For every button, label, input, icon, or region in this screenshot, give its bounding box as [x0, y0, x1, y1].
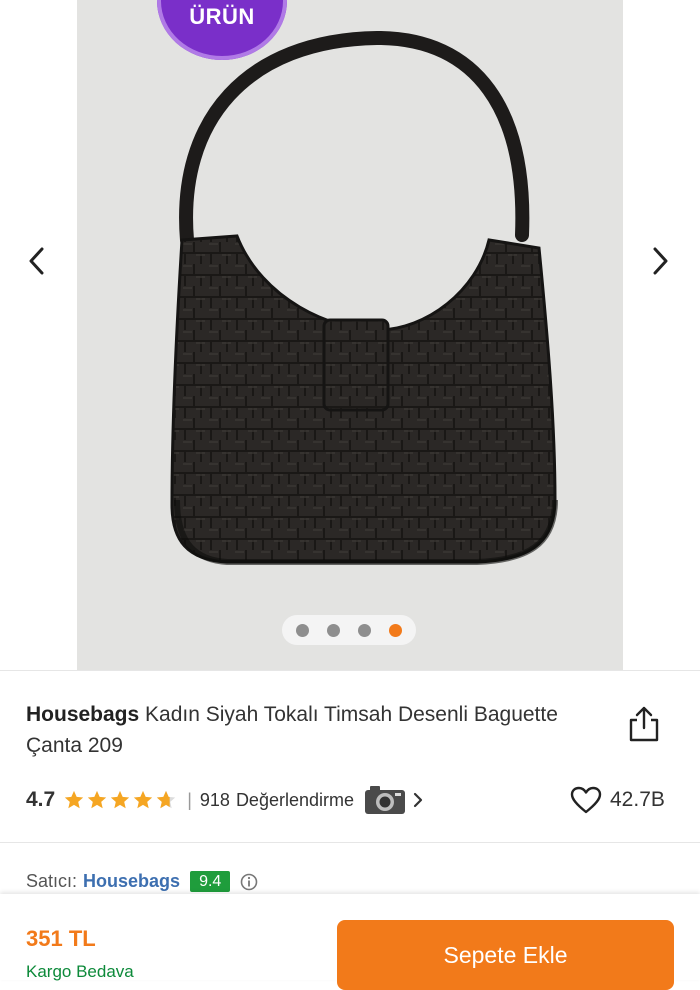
image-pager: [282, 615, 416, 645]
favorite-count: 42.7B: [610, 788, 665, 811]
add-to-cart-label: Sepete Ekle: [443, 941, 568, 968]
review-label: Değerlendirme: [235, 789, 354, 810]
promo-badge-text: ÜRÜN: [189, 4, 255, 29]
seller-label: Satıcı:: [26, 871, 78, 891]
divider: [0, 670, 700, 671]
product-gallery[interactable]: ÜRÜN: [0, 0, 700, 672]
star-icon: [111, 790, 130, 809]
review-count: 918: [199, 789, 230, 810]
divider: [0, 842, 700, 843]
share-icon: [629, 706, 659, 742]
rating-score: 4.7: [26, 788, 56, 811]
pager-dot[interactable]: [327, 623, 340, 637]
purchase-bar: 351 TL Kargo Bedava Sepete Ekle: [0, 894, 700, 990]
rating-stars: [63, 789, 177, 811]
star-icon: [134, 790, 153, 809]
previous-image-button[interactable]: [20, 244, 54, 278]
favorite-button[interactable]: 42.7B: [570, 786, 665, 814]
product-image[interactable]: ÜRÜN: [77, 0, 623, 670]
heart-icon: [570, 786, 602, 814]
handbag-illustration: [170, 30, 558, 565]
price: 351 TL: [26, 926, 96, 951]
shipping-info: Kargo Bedava: [26, 962, 134, 981]
star-icon: [65, 790, 84, 809]
star-icon: [88, 790, 107, 809]
share-button[interactable]: [626, 704, 662, 744]
pager-dot[interactable]: [358, 623, 371, 637]
half-star-icon: [157, 790, 176, 809]
pager-dot[interactable]: [296, 623, 309, 637]
product-title: Housebags Kadın Siyah Tokalı Timsah Dese…: [26, 699, 586, 761]
chevron-right-icon: [413, 792, 423, 808]
chevron-right-icon: [653, 247, 668, 275]
product-brand[interactable]: Housebags: [26, 703, 139, 726]
rating-separator: |: [187, 789, 192, 810]
seller-name-link[interactable]: Housebags: [83, 871, 180, 892]
rating-row[interactable]: 4.7 | 918 Değerlendirme: [26, 784, 424, 816]
camera-icon: [365, 786, 405, 814]
pager-dot-active[interactable]: [389, 623, 402, 637]
seller-row: Satıcı: Housebags 9.4: [26, 871, 258, 892]
seller-score-badge: 9.4: [190, 871, 231, 892]
chevron-left-icon: [29, 247, 44, 275]
next-image-button[interactable]: [643, 244, 677, 278]
info-icon[interactable]: [240, 873, 258, 891]
